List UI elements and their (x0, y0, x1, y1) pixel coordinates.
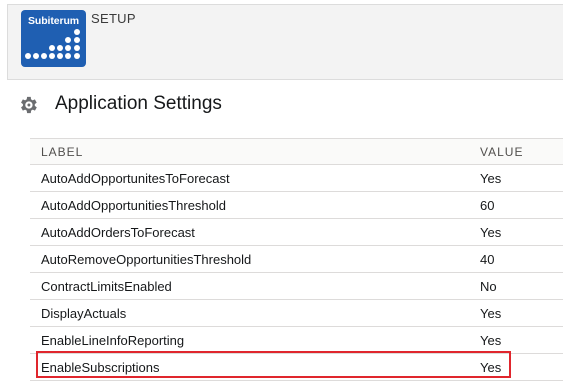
setting-value: Yes (469, 299, 563, 327)
table-row[interactable]: AutoRemoveOpportunitiesThreshold 40 (30, 245, 563, 273)
setting-label: AutoAddOpportunitiesThreshold (30, 191, 469, 219)
setting-value: Yes (469, 164, 563, 192)
setting-label: EnableSubscriptions (30, 353, 469, 381)
setting-label: AutoAddOrdersToForecast (30, 218, 469, 246)
setting-value: 40 (469, 245, 563, 273)
settings-table: LABEL VALUE AutoAddOpportunitesToForecas… (30, 138, 563, 381)
setting-value: Yes (469, 353, 563, 381)
table-row[interactable]: DisplayActuals Yes (30, 299, 563, 327)
setup-header: Subiterum SETUP (7, 4, 563, 80)
setting-label: AutoRemoveOpportunitiesThreshold (30, 245, 469, 273)
table-row[interactable]: AutoAddOrdersToForecast Yes (30, 218, 563, 246)
table-row[interactable]: EnableLineInfoReporting Yes (30, 326, 563, 354)
column-header-label[interactable]: LABEL (30, 138, 469, 165)
table-row[interactable]: AutoAddOpportunitesToForecast Yes (30, 164, 563, 192)
table-header-row: LABEL VALUE (30, 138, 563, 165)
column-header-value[interactable]: VALUE (469, 138, 563, 165)
setting-value: No (469, 272, 563, 300)
subiterum-logo[interactable]: Subiterum (21, 10, 86, 67)
setting-label: EnableLineInfoReporting (30, 326, 469, 354)
setup-section-label: SETUP (91, 11, 136, 26)
page-title: Application Settings (55, 93, 222, 114)
gear-icon (21, 96, 37, 114)
setting-value: Yes (469, 218, 563, 246)
table-row[interactable]: AutoAddOpportunitiesThreshold 60 (30, 191, 563, 219)
setting-label: DisplayActuals (30, 299, 469, 327)
table-row[interactable]: ContractLimitsEnabled No (30, 272, 563, 300)
setting-value: 60 (469, 191, 563, 219)
logo-dots-icon (25, 29, 80, 59)
setting-value: Yes (469, 326, 563, 354)
setting-label: AutoAddOpportunitesToForecast (30, 164, 469, 192)
table-row-highlighted[interactable]: EnableSubscriptions Yes (30, 353, 563, 381)
setting-label: ContractLimitsEnabled (30, 272, 469, 300)
